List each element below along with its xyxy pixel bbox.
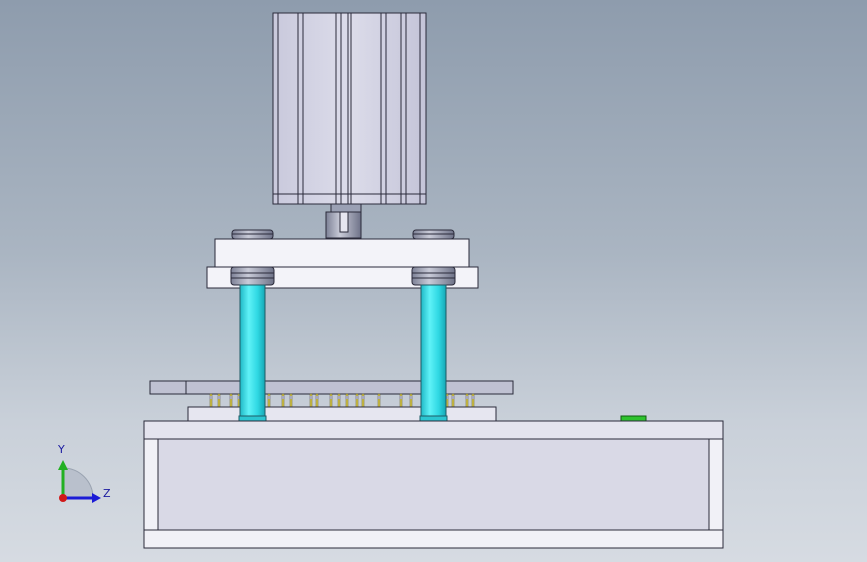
test-pin bbox=[361, 393, 365, 408]
top-bushing-left[interactable] bbox=[231, 229, 274, 240]
cad-model-scene[interactable] bbox=[0, 0, 867, 562]
test-pin-collar bbox=[289, 396, 293, 399]
test-pin bbox=[289, 393, 293, 408]
test-pin bbox=[229, 393, 233, 408]
guide-rod-left[interactable] bbox=[238, 284, 267, 422]
test-pin bbox=[309, 393, 313, 408]
test-pin bbox=[451, 393, 455, 408]
test-pin-collar bbox=[345, 396, 349, 399]
test-pin bbox=[465, 393, 469, 408]
piston-rod-joint[interactable] bbox=[325, 203, 362, 239]
test-pin-collar bbox=[267, 396, 271, 399]
test-pin bbox=[409, 393, 413, 408]
test-pin-collar bbox=[355, 396, 359, 399]
y-axis-label: Y bbox=[58, 443, 65, 456]
z-axis-label: Z bbox=[103, 487, 111, 500]
test-pin-collar bbox=[229, 396, 233, 399]
linear-bearing-left[interactable] bbox=[230, 266, 275, 286]
test-pin bbox=[209, 393, 213, 408]
test-pin-collar bbox=[471, 396, 475, 399]
test-pin-collar bbox=[329, 396, 333, 399]
test-pin-collar bbox=[361, 396, 365, 399]
test-pin bbox=[471, 393, 475, 408]
cad-viewport[interactable]: Y Z bbox=[0, 0, 867, 562]
fixture-plate[interactable] bbox=[187, 406, 497, 422]
test-pin-collar bbox=[315, 396, 319, 399]
pneumatic-cylinder[interactable] bbox=[272, 12, 427, 205]
linear-bearing-right[interactable] bbox=[411, 266, 456, 286]
test-pin bbox=[377, 393, 381, 408]
test-pin-collar bbox=[399, 396, 403, 399]
test-pin-collar bbox=[217, 396, 221, 399]
test-pin-collar bbox=[309, 396, 313, 399]
test-pin bbox=[329, 393, 333, 408]
test-pin bbox=[399, 393, 403, 408]
test-pin bbox=[281, 393, 285, 408]
test-pin bbox=[337, 393, 341, 408]
test-pin bbox=[355, 393, 359, 408]
upper-plate[interactable] bbox=[214, 238, 470, 268]
test-pin bbox=[315, 393, 319, 408]
test-pin-collar bbox=[209, 396, 213, 399]
test-pin-collar bbox=[337, 396, 341, 399]
coordinate-triad bbox=[58, 460, 101, 503]
test-pin bbox=[217, 393, 221, 408]
top-bushing-right[interactable] bbox=[412, 229, 455, 240]
test-pin-collar bbox=[409, 396, 413, 399]
x-axis-origin bbox=[59, 494, 67, 502]
test-pin-collar bbox=[465, 396, 469, 399]
test-pin bbox=[345, 393, 349, 408]
base-frame[interactable] bbox=[143, 420, 724, 549]
guide-rod-right[interactable] bbox=[419, 284, 448, 422]
test-pin-collar bbox=[377, 396, 381, 399]
test-pin bbox=[267, 393, 271, 408]
pin-holder-plate[interactable] bbox=[149, 380, 514, 395]
test-pin-collar bbox=[281, 396, 285, 399]
test-pin-collar bbox=[451, 396, 455, 399]
